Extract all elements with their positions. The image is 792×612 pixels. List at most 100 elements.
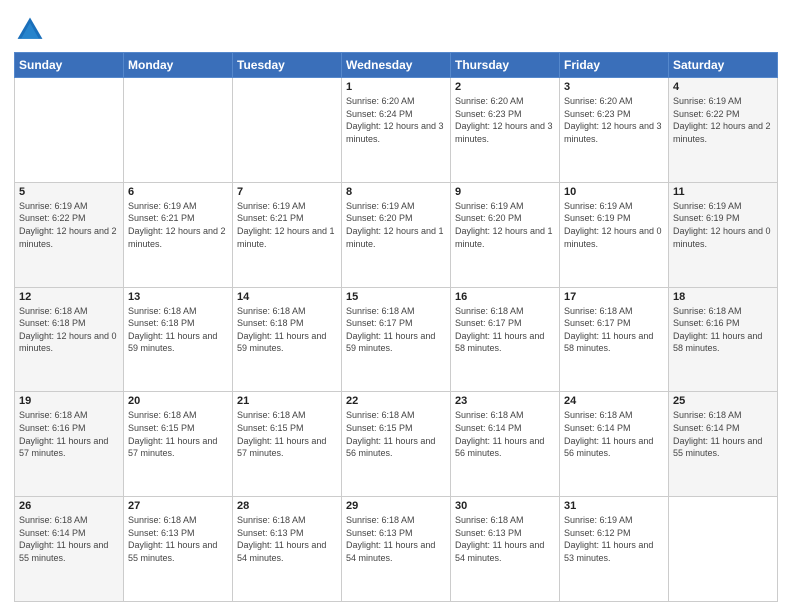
day-info: Sunrise: 6:18 AM Sunset: 6:15 PM Dayligh… (346, 409, 446, 459)
day-number: 5 (19, 186, 119, 198)
day-info: Sunrise: 6:18 AM Sunset: 6:14 PM Dayligh… (455, 409, 555, 459)
day-number: 19 (19, 395, 119, 407)
day-number: 23 (455, 395, 555, 407)
header-cell-saturday: Saturday (669, 53, 778, 78)
day-cell: 23 Sunrise: 6:18 AM Sunset: 6:14 PM Dayli… (451, 392, 560, 497)
day-cell: 16 Sunrise: 6:18 AM Sunset: 6:17 PM Dayli… (451, 287, 560, 392)
day-info: Sunrise: 6:19 AM Sunset: 6:12 PM Dayligh… (564, 514, 664, 564)
day-info: Sunrise: 6:18 AM Sunset: 6:16 PM Dayligh… (19, 409, 119, 459)
day-number: 17 (564, 291, 664, 303)
week-row-1: 1 Sunrise: 6:20 AM Sunset: 6:24 PM Daylig… (15, 78, 778, 183)
day-info: Sunrise: 6:18 AM Sunset: 6:16 PM Dayligh… (673, 305, 773, 355)
header-row: SundayMondayTuesdayWednesdayThursdayFrid… (15, 53, 778, 78)
day-cell: 22 Sunrise: 6:18 AM Sunset: 6:15 PM Dayli… (342, 392, 451, 497)
day-info: Sunrise: 6:18 AM Sunset: 6:17 PM Dayligh… (455, 305, 555, 355)
header-cell-sunday: Sunday (15, 53, 124, 78)
day-number: 18 (673, 291, 773, 303)
day-cell: 24Sunrise: 6:18 AM Sunset: 6:14 PM Dayli… (560, 392, 669, 497)
day-cell: 5 Sunrise: 6:19 AM Sunset: 6:22 PM Daylig… (15, 182, 124, 287)
day-cell: 12Sunrise: 6:18 AM Sunset: 6:18 PM Dayli… (15, 287, 124, 392)
day-cell: 20 Sunrise: 6:18 AM Sunset: 6:15 PM Dayli… (124, 392, 233, 497)
day-cell: 9 Sunrise: 6:19 AM Sunset: 6:20 PM Daylig… (451, 182, 560, 287)
day-info: Sunrise: 6:18 AM Sunset: 6:13 PM Dayligh… (237, 514, 337, 564)
calendar-body: 1 Sunrise: 6:20 AM Sunset: 6:24 PM Daylig… (15, 78, 778, 602)
day-info: Sunrise: 6:19 AM Sunset: 6:19 PM Dayligh… (564, 200, 664, 250)
week-row-4: 19 Sunrise: 6:18 AM Sunset: 6:16 PM Dayli… (15, 392, 778, 497)
week-row-3: 12 Sunrise: 6:18 AM Sunset: 6:18 PM Dayli… (15, 287, 778, 392)
day-info: Sunrise: 6:18 AM Sunset: 6:17 PM Dayligh… (346, 305, 446, 355)
header-cell-thursday: Thursday (451, 53, 560, 78)
day-cell: 2 Sunrise: 6:20 AM Sunset: 6:23 PM Daylig… (451, 78, 560, 183)
day-info: Sunrise: 6:20 AM Sunset: 6:24 PM Dayligh… (346, 95, 446, 145)
day-info: Sunrise: 6:18 AM Sunset: 6:14 PM Dayligh… (673, 409, 773, 459)
day-info: Sunrise: 6:20 AM Sunset: 6:23 PM Dayligh… (564, 95, 664, 145)
day-number: 13 (128, 291, 228, 303)
day-number: 16 (455, 291, 555, 303)
day-number: 12 (19, 291, 119, 303)
day-number: 15 (346, 291, 446, 303)
day-number: 29 (346, 500, 446, 512)
day-cell: 6Sunrise: 6:19 AM Sunset: 6:21 PM Daylig… (124, 182, 233, 287)
day-info: Sunrise: 6:18 AM Sunset: 6:18 PM Dayligh… (237, 305, 337, 355)
header-cell-friday: Friday (560, 53, 669, 78)
day-number: 10 (564, 186, 664, 198)
logo (14, 14, 50, 46)
day-cell (124, 78, 233, 183)
day-cell: 3 Sunrise: 6:20 AM Sunset: 6:23 PM Daylig… (560, 78, 669, 183)
day-number: 7 (237, 186, 337, 198)
day-number: 25 (673, 395, 773, 407)
header-cell-tuesday: Tuesday (233, 53, 342, 78)
day-cell: 21 Sunrise: 6:18 AM Sunset: 6:15 PM Dayli… (233, 392, 342, 497)
day-cell: 7 Sunrise: 6:19 AM Sunset: 6:21 PM Daylig… (233, 182, 342, 287)
day-info: Sunrise: 6:19 AM Sunset: 6:22 PM Dayligh… (19, 200, 119, 250)
day-number: 1 (346, 81, 446, 93)
day-info: Sunrise: 6:18 AM Sunset: 6:13 PM Dayligh… (128, 514, 228, 564)
day-info: Sunrise: 6:19 AM Sunset: 6:19 PM Dayligh… (673, 200, 773, 250)
day-number: 2 (455, 81, 555, 93)
week-row-5: 26 Sunrise: 6:18 AM Sunset: 6:14 PM Dayli… (15, 497, 778, 602)
day-cell: 30 Sunrise: 6:18 AM Sunset: 6:13 PM Dayli… (451, 497, 560, 602)
day-cell: 11 Sunrise: 6:19 AM Sunset: 6:19 PM Dayli… (669, 182, 778, 287)
logo-icon (14, 14, 46, 46)
day-info: Sunrise: 6:19 AM Sunset: 6:22 PM Dayligh… (673, 95, 773, 145)
day-info: Sunrise: 6:18 AM Sunset: 6:14 PM Dayligh… (19, 514, 119, 564)
day-cell (669, 497, 778, 602)
day-info: Sunrise: 6:18 AM Sunset: 6:15 PM Dayligh… (237, 409, 337, 459)
day-cell: 27 Sunrise: 6:18 AM Sunset: 6:13 PM Dayli… (124, 497, 233, 602)
day-number: 30 (455, 500, 555, 512)
day-cell: 29Sunrise: 6:18 AM Sunset: 6:13 PM Dayli… (342, 497, 451, 602)
day-cell: 8 Sunrise: 6:19 AM Sunset: 6:20 PM Daylig… (342, 182, 451, 287)
day-info: Sunrise: 6:18 AM Sunset: 6:17 PM Dayligh… (564, 305, 664, 355)
day-number: 11 (673, 186, 773, 198)
day-cell (233, 78, 342, 183)
day-info: Sunrise: 6:19 AM Sunset: 6:20 PM Dayligh… (455, 200, 555, 250)
day-cell: 15 Sunrise: 6:18 AM Sunset: 6:17 PM Dayli… (342, 287, 451, 392)
day-info: Sunrise: 6:19 AM Sunset: 6:21 PM Dayligh… (128, 200, 228, 250)
day-number: 4 (673, 81, 773, 93)
day-number: 27 (128, 500, 228, 512)
day-number: 9 (455, 186, 555, 198)
day-info: Sunrise: 6:19 AM Sunset: 6:20 PM Dayligh… (346, 200, 446, 250)
page: SundayMondayTuesdayWednesdayThursdayFrid… (0, 0, 792, 612)
day-cell: 1 Sunrise: 6:20 AM Sunset: 6:24 PM Daylig… (342, 78, 451, 183)
day-number: 3 (564, 81, 664, 93)
day-number: 8 (346, 186, 446, 198)
day-info: Sunrise: 6:18 AM Sunset: 6:18 PM Dayligh… (128, 305, 228, 355)
day-info: Sunrise: 6:19 AM Sunset: 6:21 PM Dayligh… (237, 200, 337, 250)
day-cell: 19 Sunrise: 6:18 AM Sunset: 6:16 PM Dayli… (15, 392, 124, 497)
day-cell: 28 Sunrise: 6:18 AM Sunset: 6:13 PM Dayli… (233, 497, 342, 602)
day-cell: 17 Sunrise: 6:18 AM Sunset: 6:17 PM Dayli… (560, 287, 669, 392)
day-number: 14 (237, 291, 337, 303)
day-number: 26 (19, 500, 119, 512)
day-info: Sunrise: 6:18 AM Sunset: 6:13 PM Dayligh… (455, 514, 555, 564)
day-number: 28 (237, 500, 337, 512)
calendar-table: SundayMondayTuesdayWednesdayThursdayFrid… (14, 52, 778, 602)
day-info: Sunrise: 6:20 AM Sunset: 6:23 PM Dayligh… (455, 95, 555, 145)
day-info: Sunrise: 6:18 AM Sunset: 6:15 PM Dayligh… (128, 409, 228, 459)
day-number: 22 (346, 395, 446, 407)
day-cell (15, 78, 124, 183)
day-cell: 26 Sunrise: 6:18 AM Sunset: 6:14 PM Dayli… (15, 497, 124, 602)
day-number: 21 (237, 395, 337, 407)
day-number: 20 (128, 395, 228, 407)
day-cell: 31Sunrise: 6:19 AM Sunset: 6:12 PM Dayli… (560, 497, 669, 602)
